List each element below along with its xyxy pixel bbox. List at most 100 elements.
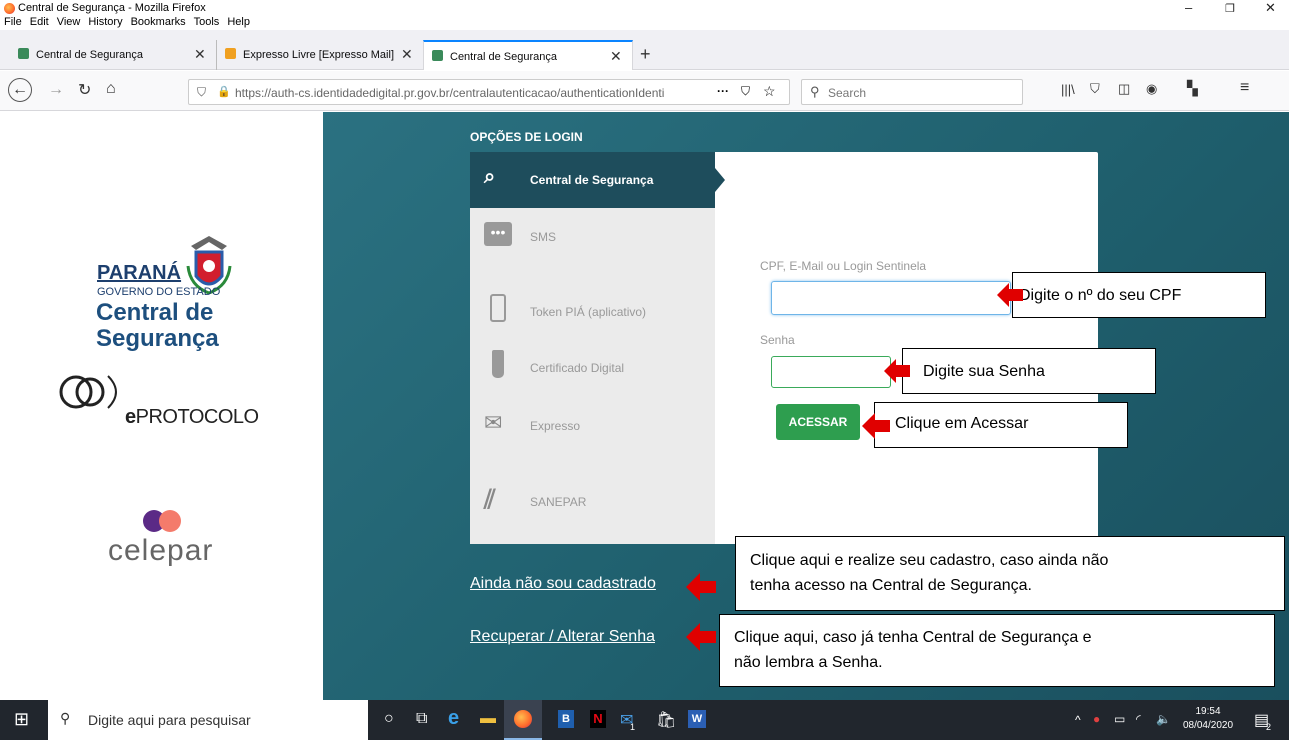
option-certificado[interactable]: Certificado Digital bbox=[470, 348, 715, 388]
login-options-list: ⌕ Central de Segurança ••• SMS Token PIÁ… bbox=[470, 152, 725, 544]
url-text[interactable]: https://auth-cs.identidadedigital.pr.gov… bbox=[235, 86, 705, 100]
arrow-left-icon bbox=[686, 623, 716, 651]
expresso-favicon-icon bbox=[225, 48, 236, 59]
library-icon[interactable]: |||\ bbox=[1061, 82, 1075, 97]
annotation-recuperar-line1: Clique aqui, caso já tenha Central de Se… bbox=[734, 629, 1092, 646]
close-tab-icon[interactable]: ✕ bbox=[401, 46, 413, 63]
option-label: Certificado Digital bbox=[530, 361, 625, 375]
register-link[interactable]: Ainda não sou cadastrado bbox=[470, 575, 656, 593]
tab-strip: Central de Segurança ✕ Expresso Livre [E… bbox=[0, 30, 1289, 70]
firefox-taskbar-button[interactable] bbox=[504, 700, 542, 740]
tray-wifi-icon[interactable]: ◜ bbox=[1136, 712, 1141, 726]
annotation-recuperar: Clique aqui, caso já tenha Central de Se… bbox=[719, 614, 1275, 687]
pocket-toolbar-icon[interactable]: ⛉ bbox=[1090, 81, 1100, 97]
extension-icon[interactable]: ▚ bbox=[1187, 80, 1198, 97]
page-actions-icon[interactable]: ··· bbox=[717, 84, 729, 98]
arrow-left-icon bbox=[862, 413, 890, 439]
navigation-toolbar: ← → ↻ ⌂ ⛉ 🔒 https://auth-cs.identidadedi… bbox=[0, 71, 1289, 111]
option-label: SANEPAR bbox=[530, 495, 587, 509]
central-title-line1: Central de bbox=[96, 299, 214, 326]
search-icon: ⚲ bbox=[60, 710, 71, 726]
annotation-acessar: Clique em Acessar bbox=[874, 402, 1128, 448]
close-window-button[interactable]: ✕ bbox=[1265, 0, 1276, 16]
url-bar[interactable]: ⛉ 🔒 https://auth-cs.identidadedigital.pr… bbox=[188, 79, 790, 105]
taskbar-search-placeholder: Digite aqui para pesquisar bbox=[88, 712, 251, 728]
option-label: Token PIÁ (aplicativo) bbox=[530, 305, 647, 319]
chat-icon: ••• bbox=[484, 222, 512, 246]
menu-history[interactable]: History bbox=[88, 16, 122, 28]
option-expresso[interactable]: ✉ Expresso bbox=[470, 408, 715, 448]
close-tab-icon[interactable]: ✕ bbox=[610, 48, 622, 65]
menu-tools[interactable]: Tools bbox=[194, 16, 220, 28]
governo-label: GOVERNO DO ESTADO bbox=[97, 286, 221, 298]
option-sanepar[interactable]: ⫽ SANEPAR bbox=[470, 484, 715, 524]
taskbar-search-box[interactable]: ⚲ Digite aqui para pesquisar bbox=[48, 700, 368, 740]
tab-central-active[interactable]: Central de Segurança ✕ bbox=[423, 40, 633, 70]
sidebar-icon[interactable]: ◫ bbox=[1118, 81, 1130, 97]
tab-label: Central de Segurança bbox=[450, 51, 558, 63]
login-panel: OPÇÕES DE LOGIN ⌕ Central de Segurança •… bbox=[323, 112, 1289, 700]
tray-chevron-icon[interactable]: ^ bbox=[1075, 713, 1081, 727]
option-sms[interactable]: ••• SMS bbox=[470, 220, 715, 260]
tray-battery-icon[interactable]: ▭ bbox=[1114, 712, 1125, 726]
usb-icon bbox=[492, 350, 504, 378]
edge-icon[interactable]: e bbox=[448, 707, 459, 730]
page-content: PARANÁ GOVERNO DO ESTADO Central de Segu… bbox=[0, 112, 1289, 700]
tray-date: 08/04/2020 bbox=[1182, 720, 1234, 731]
tab-expresso[interactable]: Expresso Livre [Expresso Mail] ✕ bbox=[216, 40, 422, 70]
recover-password-link[interactable]: Recuperar / Alterar Senha bbox=[470, 628, 655, 646]
mail-badge: 1 bbox=[630, 722, 636, 732]
account-icon[interactable]: ◉ bbox=[1146, 81, 1157, 97]
search-bar[interactable]: ⚲ Search bbox=[801, 79, 1023, 105]
restore-button[interactable]: ❐ bbox=[1225, 2, 1235, 15]
task-view-icon[interactable]: ⧉ bbox=[416, 710, 427, 728]
bookmark-star-icon[interactable]: ☆ bbox=[763, 83, 776, 100]
arrow-left-icon bbox=[884, 359, 910, 383]
home-icon[interactable]: ⌂ bbox=[106, 80, 116, 98]
eprotocolo-text: PROTOCOLO bbox=[135, 406, 259, 428]
menu-help[interactable]: Help bbox=[227, 16, 250, 28]
window-title: Central de Segurança - Mozilla Firefox bbox=[18, 2, 206, 14]
tray-clock[interactable]: 19:54 08/04/2020 bbox=[1180, 705, 1236, 733]
phone-icon bbox=[490, 294, 506, 322]
shield-icon[interactable]: ⛉ bbox=[197, 85, 206, 100]
cortana-icon[interactable]: ○ bbox=[384, 710, 394, 728]
menu-view[interactable]: View bbox=[57, 16, 81, 28]
acessar-button[interactable]: ACESSAR bbox=[776, 404, 860, 440]
menu-file[interactable]: File bbox=[4, 16, 22, 28]
word-icon[interactable]: W bbox=[688, 710, 706, 728]
file-explorer-icon[interactable]: ▬ bbox=[480, 710, 496, 728]
cpf-label: CPF, E-Mail ou Login Sentinela bbox=[760, 259, 927, 273]
option-token-pia[interactable]: Token PIÁ (aplicativo) bbox=[470, 292, 715, 332]
back-icon[interactable]: ← bbox=[8, 78, 32, 102]
minimize-button[interactable]: – bbox=[1185, 0, 1192, 15]
cpf-input[interactable] bbox=[771, 281, 1011, 315]
eprotocolo-e: e bbox=[125, 406, 136, 428]
celepar-wordmark: celepar bbox=[108, 534, 214, 567]
senha-input[interactable] bbox=[771, 356, 891, 388]
menu-edit[interactable]: Edit bbox=[30, 16, 49, 28]
reload-icon[interactable]: ↻ bbox=[78, 80, 91, 100]
notification-count: 2 bbox=[1266, 722, 1272, 732]
option-label: Expresso bbox=[530, 419, 581, 433]
tab-label: Expresso Livre [Expresso Mail] bbox=[243, 49, 394, 61]
new-tab-icon[interactable]: + bbox=[640, 44, 651, 65]
tray-volume-icon[interactable]: 🔈 bbox=[1156, 712, 1171, 726]
windows-start-icon[interactable]: ⊞ bbox=[14, 709, 29, 730]
netflix-icon[interactable]: N bbox=[590, 710, 606, 728]
pocket-icon[interactable]: ⛉ bbox=[741, 84, 750, 99]
bitdefender-icon[interactable]: B bbox=[558, 710, 574, 728]
close-tab-icon[interactable]: ✕ bbox=[194, 46, 206, 63]
forward-icon[interactable]: → bbox=[48, 81, 64, 99]
option-label: Central de Segurança bbox=[530, 173, 654, 187]
option-central-seguranca[interactable]: ⌕ Central de Segurança bbox=[470, 152, 715, 208]
hamburger-menu-icon[interactable]: ≡ bbox=[1240, 79, 1249, 97]
tab-central-1[interactable]: Central de Segurança ✕ bbox=[10, 40, 215, 70]
store-icon[interactable]: 🛍 bbox=[656, 710, 676, 730]
search-icon: ⚲ bbox=[810, 84, 820, 99]
annotation-cadastro-line2: tenha acesso na Central de Segurança. bbox=[750, 577, 1032, 594]
menu-bookmarks[interactable]: Bookmarks bbox=[131, 16, 186, 28]
tray-antivirus-icon[interactable]: ● bbox=[1093, 712, 1100, 726]
lock-icon[interactable]: 🔒 bbox=[217, 85, 231, 98]
tab-label: Central de Segurança bbox=[36, 49, 144, 61]
